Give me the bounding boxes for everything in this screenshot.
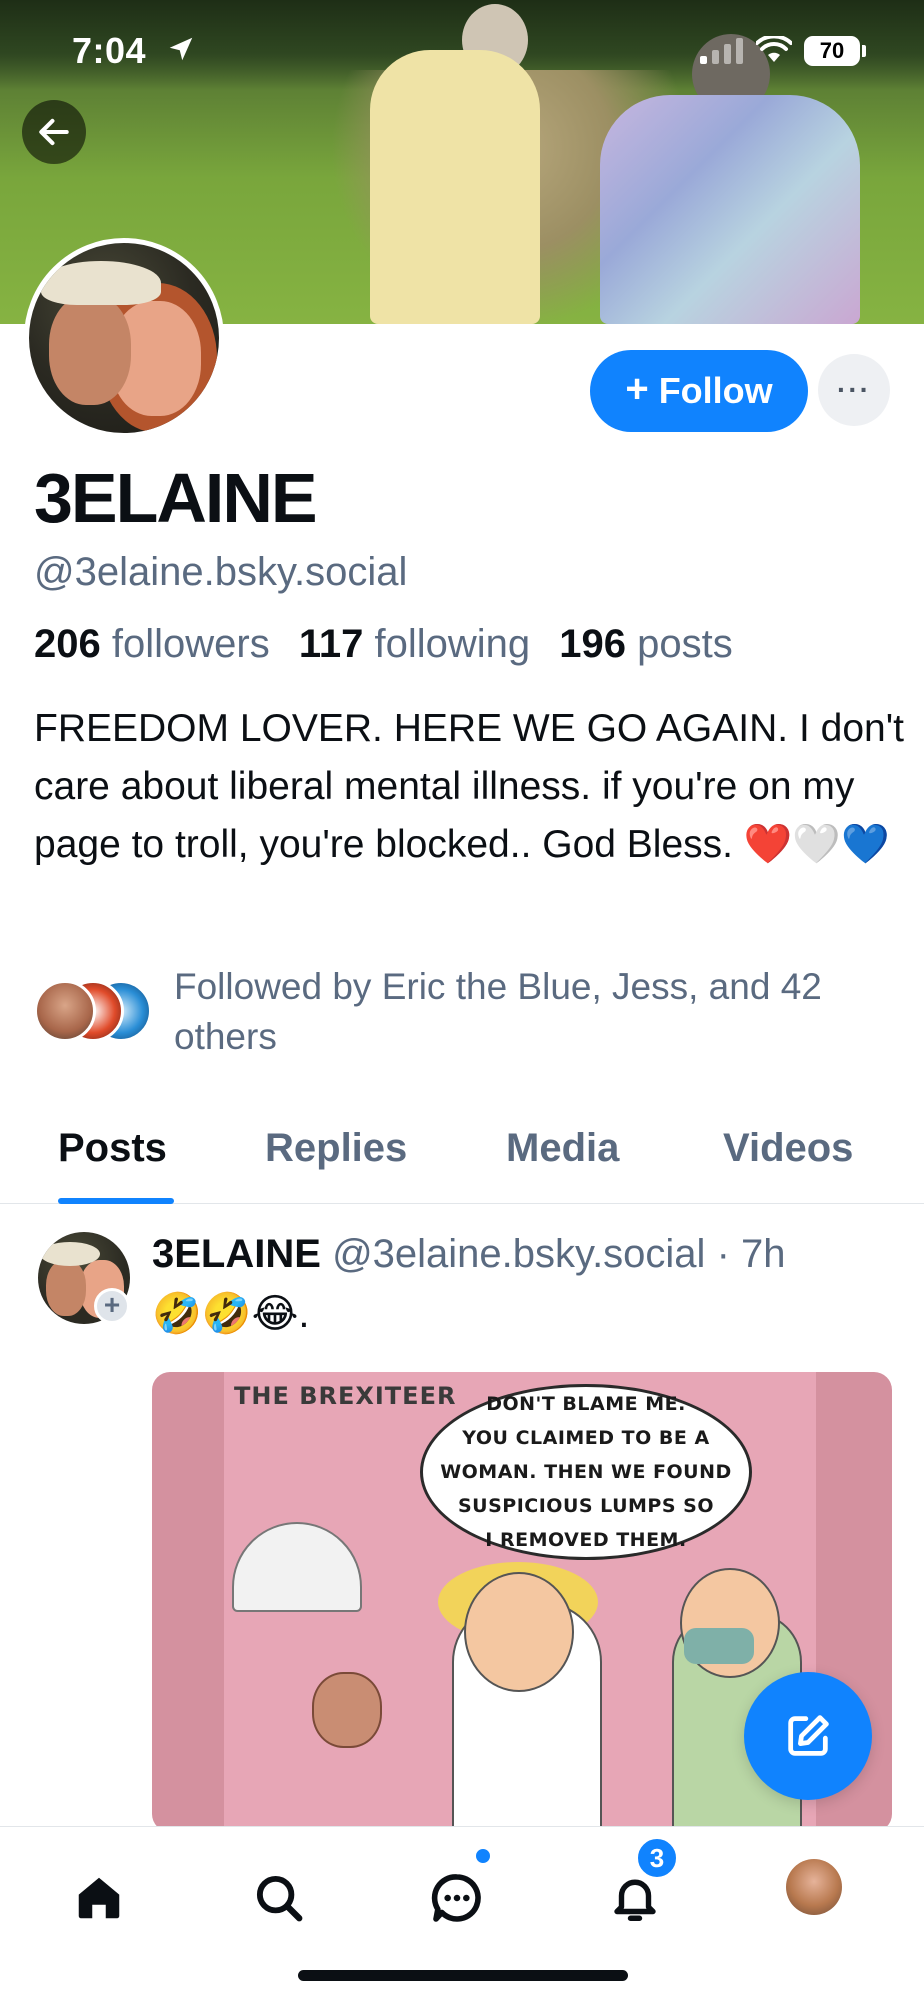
posts-count: 196 posts: [559, 622, 733, 666]
speech-line: DON'T BLAME ME.: [486, 1393, 686, 1415]
status-time: 7:04: [72, 30, 147, 71]
arrow-left-icon: [39, 118, 69, 146]
followed-by-avatars[interactable]: [34, 980, 154, 1046]
avatar-face: [49, 295, 131, 405]
avatar-face: [46, 1260, 86, 1316]
location-arrow-icon: [169, 37, 193, 61]
tab-videos[interactable]: Videos: [723, 1126, 853, 1171]
post-author-name[interactable]: 3ELAINE: [152, 1232, 321, 1276]
home-indicator: [298, 1970, 628, 1981]
comic-character-mask: [684, 1628, 754, 1664]
battery-indicator: 70: [804, 36, 860, 66]
tab-media[interactable]: Media: [506, 1126, 619, 1171]
speech-bubble: DON'T BLAME ME. YOU CLAIMED TO BE A WOMA…: [420, 1384, 752, 1560]
profile-handle: @3elaine.bsky.social: [34, 550, 408, 594]
unread-dot: [474, 1847, 492, 1865]
nav-home[interactable]: [64, 1863, 134, 1933]
avatar-hat: [40, 1242, 100, 1266]
more-options-button[interactable]: ···: [818, 354, 890, 426]
post-time: · 7h: [716, 1232, 786, 1276]
comic-object: [312, 1672, 382, 1748]
follow-button[interactable]: + Follow: [590, 350, 808, 432]
post-text: 🤣🤣😂.: [152, 1292, 310, 1336]
speech-line: SUSPICIOUS LUMPS SO: [457, 1495, 714, 1517]
post-header: 3ELAINE @3elaine.bsky.social · 7h: [152, 1232, 786, 1277]
followers-link[interactable]: 206 followers: [34, 622, 270, 666]
nav-profile-avatar[interactable]: [786, 1859, 842, 1915]
battery-tip: [862, 45, 866, 57]
following-link[interactable]: 117 following: [299, 622, 530, 666]
home-icon: [78, 1877, 120, 1919]
bell-icon: [614, 1879, 656, 1921]
banner-person: [600, 95, 860, 324]
ellipsis-icon: ···: [837, 374, 871, 405]
profile-display-name: 3ELAINE: [34, 459, 318, 537]
follow-label: Follow: [658, 370, 773, 411]
post-author-handle[interactable]: @3elaine.bsky.social: [332, 1232, 705, 1276]
profile-bio: FREEDOM LOVER. HERE WE GO AGAIN. I don't…: [34, 707, 904, 866]
tab-replies[interactable]: Replies: [265, 1126, 407, 1171]
profile-avatar[interactable]: [24, 238, 224, 438]
active-tab-indicator: [58, 1198, 174, 1204]
comic-character-head: [464, 1572, 574, 1692]
notifications-badge: 3: [636, 1837, 678, 1879]
avatar-hat: [41, 261, 161, 305]
back-button[interactable]: [22, 100, 86, 164]
tab-posts[interactable]: Posts: [58, 1126, 167, 1171]
profile-stats: 206 followers 117 following 196 posts: [34, 622, 733, 667]
wifi-icon: [756, 36, 792, 62]
follow-plus-icon[interactable]: +: [94, 1288, 130, 1324]
profile-tabs: Posts Replies Media Videos: [0, 1086, 924, 1204]
compose-button[interactable]: [744, 1672, 872, 1800]
signal-icon: [700, 38, 743, 64]
speech-line: YOU CLAIMED TO BE A: [462, 1427, 710, 1449]
speech-line: WOMAN. THEN WE FOUND: [440, 1461, 732, 1483]
search-icon: [256, 1875, 303, 1922]
compose-icon: [788, 1715, 829, 1756]
chat-icon: [431, 1874, 481, 1922]
banner-person: [370, 50, 540, 324]
speech-line: I REMOVED THEM.: [485, 1529, 687, 1551]
nav-search[interactable]: [244, 1863, 314, 1933]
followed-by-text[interactable]: Followed by Eric the Blue, Jess, and 42 …: [174, 962, 894, 1062]
follower-avatar: [34, 980, 96, 1042]
plus-icon: +: [625, 366, 649, 411]
nav-chat[interactable]: [422, 1863, 492, 1933]
comic-title: THE BREXITEER: [234, 1382, 457, 1410]
